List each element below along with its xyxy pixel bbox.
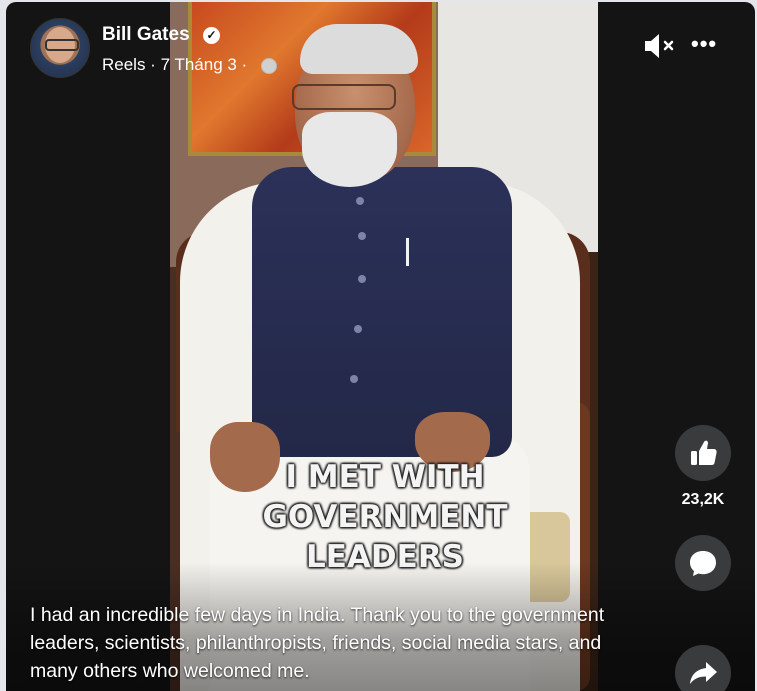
reel-viewer: I MET WITH GOVERNMENT LEADERS I had an i… (6, 2, 755, 691)
globe-icon (261, 58, 277, 74)
more-options-button[interactable]: ••• (691, 33, 721, 58)
video-person-hair (300, 24, 418, 74)
video-overlay-title: I MET WITH GOVERNMENT LEADERS (262, 459, 508, 575)
vest-button (358, 275, 366, 283)
video-person-glasses (292, 84, 396, 110)
speaker-muted-icon (645, 34, 674, 58)
comment-button[interactable] (675, 535, 731, 591)
mute-button[interactable] (641, 30, 677, 62)
vest-button (354, 325, 362, 333)
vest-button (350, 375, 358, 383)
comment-bubble-icon (690, 551, 716, 576)
post-meta[interactable]: Reels · 7 Tháng 3 · (102, 55, 247, 75)
author-name[interactable]: Bill Gates (102, 24, 190, 46)
like-count: 23,2K (681, 491, 725, 508)
share-arrow-icon (690, 662, 717, 684)
vest-button (356, 197, 364, 205)
avatar-glasses (45, 39, 79, 51)
share-button[interactable] (675, 645, 731, 691)
post-caption: I had an incredible few days in India. T… (30, 604, 605, 682)
like-button[interactable] (675, 425, 731, 481)
thumbs-up-icon (691, 440, 717, 465)
video-person-beard (302, 112, 397, 187)
video-pocket-pen (406, 238, 409, 266)
vest-button (358, 232, 366, 240)
verified-badge-icon: ✓ (203, 27, 220, 44)
author-avatar[interactable] (30, 18, 90, 78)
